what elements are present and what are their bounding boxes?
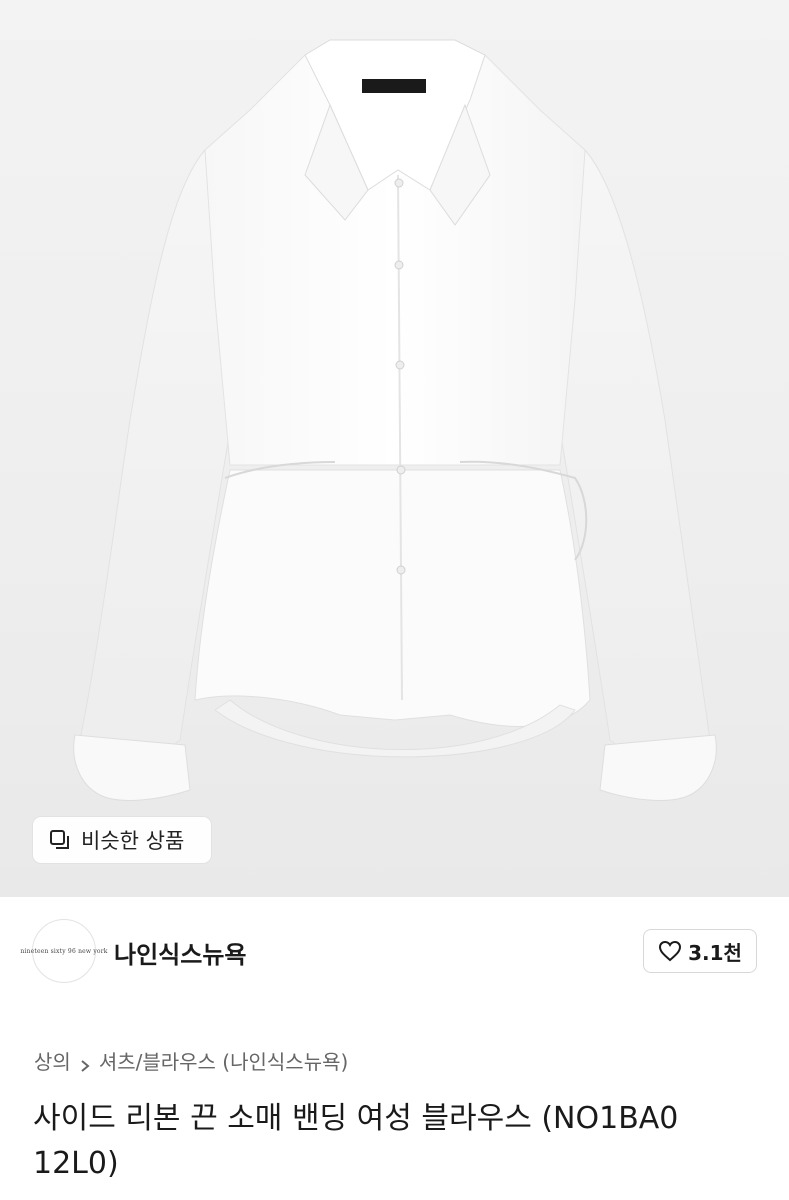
brand-logo[interactable]: nineteen sixty 96 new york (20, 919, 107, 983)
like-button[interactable]: 3.1천 (643, 929, 757, 973)
heart-icon (658, 940, 682, 962)
blouse-photo (73, 39, 717, 801)
brand-row: nineteen sixty 96 new york 나인식스뉴욕 3.1천 (0, 897, 789, 1015)
product-title: 사이드 리본 끈 소매 밴딩 여성 블라우스 (NO1BA0 12L0) (33, 1101, 679, 1181)
chevron-right-icon (79, 1054, 91, 1072)
brand-logo-text: nineteen sixty 96 new york (20, 947, 108, 955)
breadcrumb-level2[interactable]: 셔츠/블라우스 (나인식스뉴욕) (99, 1046, 349, 1075)
product-image[interactable]: 비슷한 상품 (0, 0, 789, 897)
breadcrumb: 상의 셔츠/블라우스 (나인식스뉴욕) (34, 1046, 348, 1075)
similar-products-button[interactable]: 비슷한 상품 (33, 817, 211, 863)
like-count: 3.1천 (688, 940, 742, 965)
breadcrumb-level1[interactable]: 상의 (34, 1046, 71, 1075)
similar-products-icon (49, 829, 71, 851)
similar-products-label: 비슷한 상품 (81, 829, 185, 853)
brand-name[interactable]: 나인식스뉴욕 (114, 935, 246, 970)
